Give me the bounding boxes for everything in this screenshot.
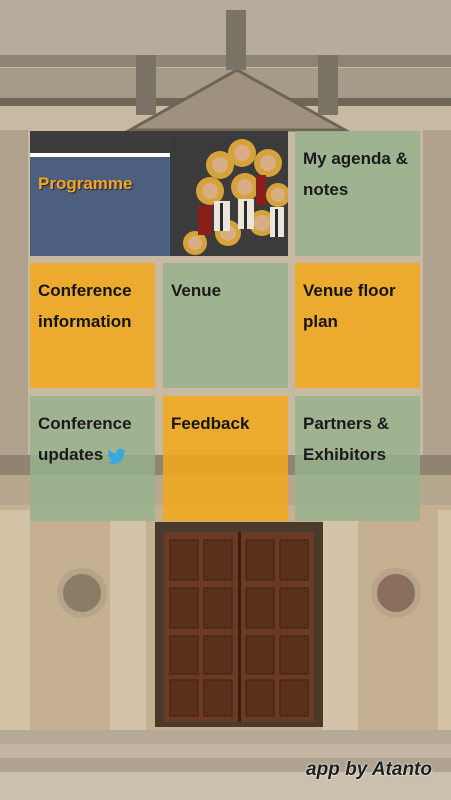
partners-exhibitors-tile[interactable]: Partners & Exhibitors [295, 396, 420, 521]
conference-updates-label: Conference updates [38, 408, 147, 470]
my-agenda-tile[interactable]: My agenda & notes [295, 131, 420, 256]
conference-updates-tile[interactable]: Conference updates [30, 396, 155, 521]
venue-label: Venue [171, 281, 222, 300]
venue-floor-plan-label: Venue floor plan [303, 281, 396, 331]
venue-tile[interactable]: Venue [163, 263, 288, 388]
saints-icon-image [170, 135, 288, 256]
my-agenda-label: My agenda & notes [303, 149, 408, 199]
programme-label: Programme [38, 174, 133, 193]
partners-exhibitors-label: Partners & Exhibitors [303, 414, 389, 464]
feedback-label: Feedback [171, 414, 250, 433]
conference-information-tile[interactable]: Conference information [30, 263, 155, 388]
conference-information-label: Conference information [38, 281, 132, 331]
programme-tile[interactable]: Programme [30, 131, 288, 256]
venue-floor-plan-tile[interactable]: Venue floor plan [295, 263, 420, 388]
twitter-bird-icon [107, 448, 127, 464]
feedback-tile[interactable]: Feedback [163, 396, 288, 521]
app-by-atanto-link[interactable]: app by Atanto [306, 759, 432, 781]
